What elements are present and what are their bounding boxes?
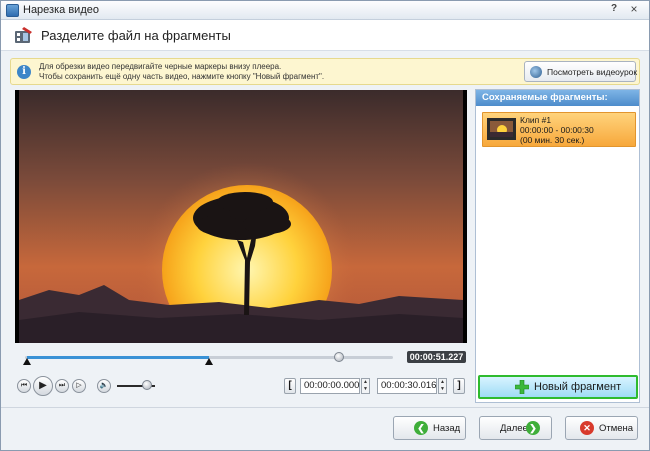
fragments-panel: Сохраняемые фрагменты: Клип #1 00:00:00 …	[475, 89, 640, 403]
help-button[interactable]: ?	[607, 3, 621, 16]
rewind-icon: ⏮	[20, 382, 28, 389]
cancel-icon: ✕	[580, 421, 594, 435]
clip-range: 00:00:00 - 00:00:30	[520, 125, 594, 135]
info-icon: i	[17, 65, 31, 79]
set-end-button[interactable]: ]	[453, 378, 465, 394]
video-player[interactable]	[15, 90, 467, 343]
close-button[interactable]: ×	[627, 3, 641, 16]
mute-button[interactable]: 🔈	[97, 379, 111, 393]
webcam-icon	[530, 66, 542, 78]
timeline-selection	[27, 356, 209, 359]
cancel-button[interactable]: ✕ Отмена	[565, 416, 638, 440]
next-arrow-icon: ❯	[526, 421, 540, 435]
title-bar: Нарезка видео ? ×	[1, 1, 649, 20]
volume-handle[interactable]	[142, 380, 153, 390]
watch-tutorial-label: Посмотреть видеоурок	[547, 67, 638, 77]
fragments-heading: Сохраняемые фрагменты:	[476, 90, 639, 106]
video-frame	[19, 90, 463, 343]
timeline-slider[interactable]	[23, 352, 393, 367]
start-time-spinner[interactable]: ▲ ▼	[361, 378, 370, 394]
cancel-label: Отмена	[599, 423, 634, 434]
play-icon: ▶	[39, 380, 47, 391]
footer-divider	[1, 407, 649, 408]
start-time-field[interactable]: 00:00:00.000	[300, 378, 360, 394]
app-window: Нарезка видео ? × Разделите файл на фраг…	[0, 0, 650, 451]
page-title: Разделите файл на фрагменты	[41, 28, 231, 43]
hint-line-1: Для обрезки видео передвигайте черные ма…	[39, 62, 282, 71]
film-cut-icon	[15, 27, 32, 43]
end-marker[interactable]	[205, 358, 213, 365]
start-marker[interactable]	[23, 358, 31, 365]
next-label: Далее	[500, 423, 528, 434]
set-start-button[interactable]: [	[284, 378, 296, 394]
page-header: Разделите файл на фрагменты	[1, 20, 649, 51]
window-title: Нарезка видео	[23, 4, 99, 16]
playhead-handle[interactable]	[333, 352, 344, 362]
end-time-field[interactable]: 00:00:30.016	[377, 378, 437, 394]
fragment-item[interactable]: Клип #1 00:00:00 - 00:00:30 (00 мин. 30 …	[482, 112, 636, 147]
plus-icon	[515, 380, 529, 394]
clip-duration: (00 мин. 30 сек.)	[520, 135, 585, 145]
watch-tutorial-button[interactable]: Посмотреть видеоурок	[524, 61, 638, 82]
back-label: Назад	[433, 423, 461, 434]
next-frame-button[interactable]: ⏭	[55, 379, 69, 393]
play-button[interactable]: ▶	[33, 376, 53, 396]
play-selection-button[interactable]: ▷	[72, 379, 86, 393]
play-selection-icon: ▷	[76, 382, 82, 389]
back-button[interactable]: ❮ Назад	[393, 416, 466, 440]
hint-banner: i Для обрезки видео передвигайте черные …	[10, 58, 640, 85]
new-fragment-label: Новый фрагмент	[534, 381, 622, 393]
end-time-spinner[interactable]: ▲ ▼	[438, 378, 447, 394]
back-arrow-icon: ❮	[414, 421, 428, 435]
clip-name: Клип #1	[520, 115, 552, 125]
app-icon	[6, 4, 19, 17]
clip-thumbnail	[487, 118, 516, 140]
fast-forward-icon: ⏭	[58, 382, 66, 389]
new-fragment-button[interactable]: Новый фрагмент	[478, 375, 638, 399]
previous-frame-button[interactable]: ⏮	[17, 379, 31, 393]
next-button[interactable]: Далее ❯	[479, 416, 552, 440]
speaker-icon: 🔈	[99, 382, 109, 389]
current-time-display: 00:00:51.227	[407, 351, 466, 363]
hint-line-2: Чтобы сохранить ещё одну часть видео, на…	[39, 72, 325, 81]
